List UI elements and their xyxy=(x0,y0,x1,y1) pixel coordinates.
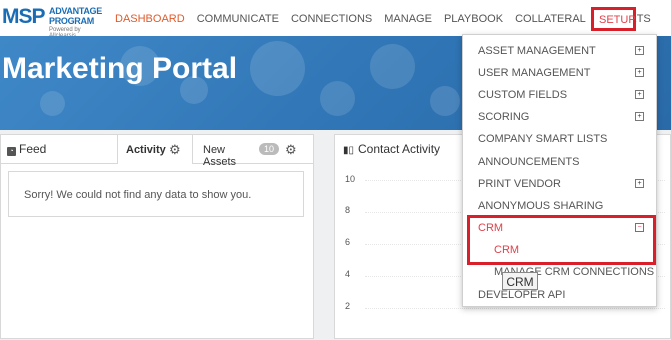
page-title: Marketing Portal xyxy=(2,52,238,85)
feed-tabs: ◔ Feed Activity ⚙ New Assets 10 ⚙ xyxy=(1,135,313,168)
tab-feed-label: Feed xyxy=(19,142,47,156)
nav-setup[interactable]: SETUP xyxy=(591,7,636,31)
y-tick: 10 xyxy=(345,174,356,184)
empty-message: Sorry! We could not find any data to sho… xyxy=(24,189,252,201)
tab-activity-label: Activity xyxy=(126,144,166,156)
logo-msp: MSP xyxy=(2,5,46,28)
menu-item-company-smart-lists[interactable]: COMPANY SMART LISTS xyxy=(478,133,607,145)
crm-tooltip: CRM xyxy=(502,272,538,290)
logo-program: PROGRAM xyxy=(49,16,94,26)
y-tick: 8 xyxy=(345,205,351,215)
gears-icon[interactable]: ⚙ xyxy=(169,142,181,158)
tab-feed[interactable]: ◔ Feed xyxy=(7,142,46,170)
banner-decoration xyxy=(40,91,65,116)
gears-icon[interactable]: ⚙ xyxy=(285,142,297,158)
nav-collateral[interactable]: COLLATERAL xyxy=(515,13,586,25)
top-navbar: MSP ADVANTAGE PROGRAM Powered by Allclea… xyxy=(0,0,671,39)
menu-item-announcements[interactable]: ANNOUNCEMENTS xyxy=(478,156,579,168)
menu-item-print-vendor[interactable]: PRINT VENDOR xyxy=(478,178,561,190)
logo-advantage: ADVANTAGE xyxy=(49,6,102,16)
y-tick: 6 xyxy=(345,237,351,247)
banner-decoration xyxy=(430,86,460,116)
logo[interactable]: MSP ADVANTAGE PROGRAM Powered by Allclea… xyxy=(2,3,102,39)
logo-text: ADVANTAGE PROGRAM Powered by Allclearsis xyxy=(49,6,102,39)
expand-icon[interactable]: + xyxy=(635,46,644,55)
nav-playbook[interactable]: PLAYBOOK xyxy=(444,13,503,25)
nav-dashboard[interactable]: DASHBOARD xyxy=(115,13,185,25)
contact-activity-header: ▮▯ Contact Activity xyxy=(343,142,440,156)
nav-connections[interactable]: CONNECTIONS xyxy=(291,13,372,25)
grid-line xyxy=(365,308,665,309)
y-tick: 2 xyxy=(345,301,351,311)
y-tick: 4 xyxy=(345,269,351,279)
setup-dropdown-menu: ASSET MANAGEMENT + USER MANAGEMENT + CUS… xyxy=(462,34,657,307)
assets-count-badge: 10 xyxy=(259,143,280,155)
bar-chart-icon: ▮▯ xyxy=(343,145,355,156)
contact-activity-title: Contact Activity xyxy=(358,142,441,156)
main-nav: DASHBOARD COMMUNICATE CONNECTIONS MANAGE… xyxy=(115,13,663,25)
menu-item-custom-fields[interactable]: CUSTOM FIELDS xyxy=(478,89,567,101)
tab-new-assets-label: New Assets xyxy=(203,144,237,168)
empty-state: Sorry! We could not find any data to sho… xyxy=(8,171,304,217)
banner-decoration xyxy=(250,41,305,96)
expand-icon[interactable]: + xyxy=(635,112,644,121)
nav-manage[interactable]: MANAGE xyxy=(384,13,432,25)
crm-highlight-box xyxy=(467,215,656,265)
expand-icon[interactable]: + xyxy=(635,90,644,99)
banner-decoration xyxy=(370,44,415,89)
menu-item-scoring[interactable]: SCORING xyxy=(478,111,529,123)
menu-item-asset-management[interactable]: ASSET MANAGEMENT xyxy=(478,45,596,57)
rss-icon: ◔ xyxy=(7,147,16,156)
menu-item-anonymous-sharing[interactable]: ANONYMOUS SHARING xyxy=(478,200,603,212)
expand-icon[interactable]: + xyxy=(635,179,644,188)
nav-communicate[interactable]: COMMUNICATE xyxy=(197,13,279,25)
feed-panel: ◔ Feed Activity ⚙ New Assets 10 ⚙ Sorry! … xyxy=(0,134,314,339)
expand-icon[interactable]: + xyxy=(635,68,644,77)
menu-item-user-management[interactable]: USER MANAGEMENT xyxy=(478,67,590,79)
nav-setup-label: SETUP xyxy=(599,14,636,26)
tab-activity[interactable]: Activity ⚙ xyxy=(117,135,193,164)
banner-decoration xyxy=(320,81,355,116)
